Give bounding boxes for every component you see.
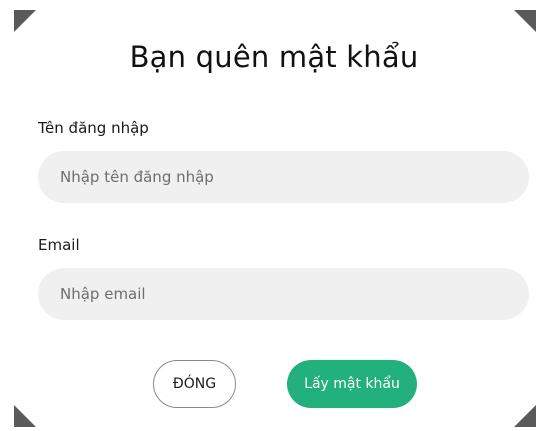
get-password-button[interactable]: Lấy mật khẩu <box>287 360 417 408</box>
close-button[interactable]: ĐÓNG <box>153 360 236 408</box>
email-input[interactable] <box>38 268 529 320</box>
dialog-title: Bạn quên mật khẩu <box>129 40 419 74</box>
close-button-label: ĐÓNG <box>172 376 217 392</box>
get-password-button-label: Lấy mật khẩu <box>304 376 400 392</box>
screen: Bạn quên mật khẩu Tên đăng nhập Email ĐÓ… <box>0 0 548 431</box>
username-label: Tên đăng nhập <box>38 119 149 137</box>
forgot-password-dialog: Bạn quên mật khẩu Tên đăng nhập Email ĐÓ… <box>0 0 548 431</box>
username-input[interactable] <box>38 151 529 203</box>
email-label: Email <box>38 236 80 254</box>
